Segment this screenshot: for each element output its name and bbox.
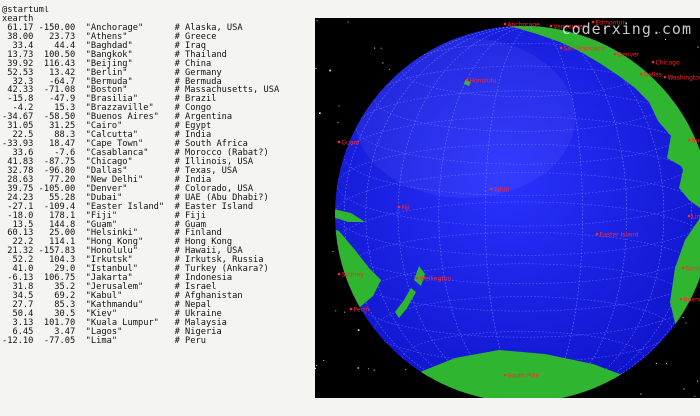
star — [388, 68, 390, 70]
city-label: Sydney — [342, 272, 365, 279]
star — [666, 363, 668, 365]
star — [347, 21, 349, 23]
city-marker — [397, 205, 401, 209]
city-marker — [613, 52, 617, 56]
code-rows: 61.17 -150.00 "Anchorage" # Alaska, USA … — [2, 23, 314, 346]
city-marker — [663, 75, 667, 79]
star — [357, 329, 360, 331]
star — [316, 20, 318, 22]
star — [316, 364, 318, 366]
city-label: Denver — [618, 52, 640, 59]
city-label: Dallas — [644, 72, 662, 79]
star — [694, 395, 696, 397]
globe-render: Anchorage VancouverEdmontonSan FranciscoD… — [315, 20, 700, 398]
star — [335, 310, 337, 312]
city-label: Santiago — [686, 266, 700, 273]
code-editor[interactable]: @startuml xearth 61.17 -150.00 "Anchorag… — [2, 6, 314, 416]
city-label: South Pole — [508, 373, 540, 380]
star — [665, 38, 666, 40]
code-line-startuml: @startuml — [2, 6, 50, 15]
city-marker — [503, 373, 507, 377]
city-label: Guam — [342, 140, 360, 147]
star — [323, 360, 325, 361]
city-label: Bog — [692, 138, 700, 145]
city-marker — [559, 46, 563, 50]
star — [640, 393, 642, 395]
star — [319, 112, 321, 114]
star — [344, 311, 345, 313]
city-marker — [415, 276, 419, 280]
city-label: Tahiti — [493, 187, 510, 194]
city-label: Anchorage — [508, 22, 541, 29]
city-label: San Francisco — [564, 46, 606, 53]
star — [405, 369, 407, 371]
star — [315, 367, 316, 369]
xearth-globe-panel: Anchorage Vancouver Edmonton San Francisco D… — [315, 18, 700, 398]
city-label: Honolulu — [470, 78, 497, 85]
star — [683, 388, 685, 390]
city-label: Wellington — [420, 276, 452, 283]
star — [655, 362, 657, 364]
city-marker — [687, 138, 691, 142]
star — [332, 251, 334, 252]
star — [368, 368, 370, 370]
city-marker — [337, 140, 341, 144]
specular-highlight — [355, 38, 575, 198]
city-marker — [349, 307, 353, 311]
star — [329, 69, 331, 72]
star — [374, 47, 376, 49]
city-label: Chicago — [656, 60, 680, 67]
star — [380, 47, 382, 49]
city-marker — [687, 214, 691, 218]
city-marker — [681, 266, 685, 270]
star — [685, 322, 687, 324]
star — [697, 380, 699, 382]
city-marker — [549, 24, 553, 28]
code-line: -12.10 -77.05 "Lima" # Peru — [2, 335, 206, 346]
star — [373, 369, 375, 371]
star — [337, 121, 339, 123]
city-marker — [465, 78, 469, 82]
city-label: Fiji — [402, 205, 410, 212]
city-marker — [679, 297, 683, 301]
city-marker — [503, 22, 507, 26]
city-marker — [639, 72, 643, 76]
star — [697, 46, 699, 48]
city-label: Lima — [692, 214, 700, 221]
city-marker — [489, 187, 493, 191]
star — [357, 367, 360, 369]
city-marker — [651, 60, 655, 64]
watermark: coderxing.com — [561, 20, 692, 38]
star — [338, 105, 340, 107]
city-label: Easter Island — [600, 232, 639, 239]
city-label: Perth — [354, 307, 370, 314]
city-marker — [595, 232, 599, 236]
city-marker — [337, 272, 341, 276]
star — [315, 68, 317, 70]
city-label: Buenos Ai — [684, 297, 700, 304]
star — [382, 62, 384, 64]
star — [682, 317, 684, 319]
city-label: Washington — [668, 75, 700, 82]
